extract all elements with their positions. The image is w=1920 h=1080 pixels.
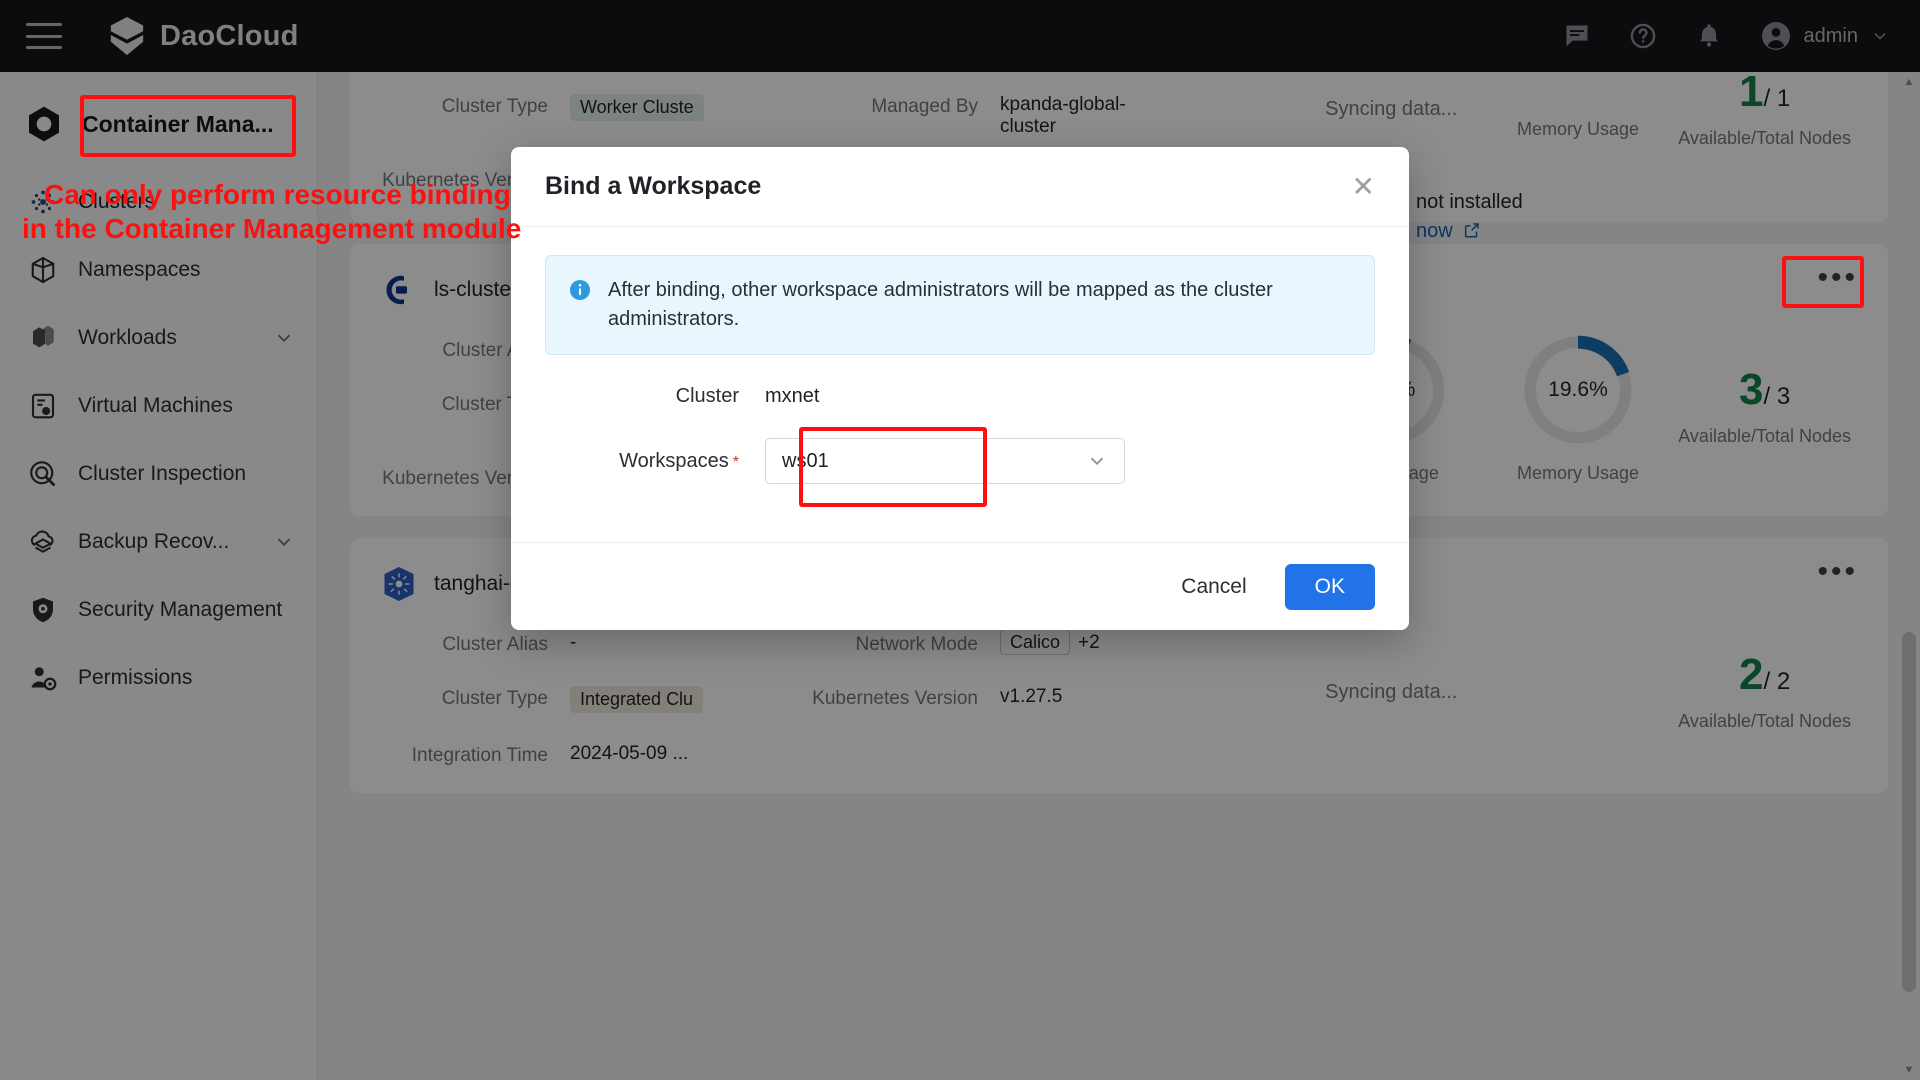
app-root: DaoCloud admin Container Mana... Cluster…: [0, 0, 1920, 1080]
workspaces-label-text: Workspaces: [619, 449, 729, 472]
workspaces-label: Workspaces *: [545, 450, 765, 473]
cluster-label: Cluster: [675, 385, 739, 407]
info-alert-text: After binding, other workspace administr…: [608, 279, 1273, 330]
cluster-value: mxnet: [765, 385, 820, 407]
dialog-title: Bind a Workspace: [545, 172, 762, 200]
workspaces-select[interactable]: ws01: [765, 438, 1125, 484]
bind-workspace-dialog: Bind a Workspace ✕ After binding, other …: [511, 147, 1409, 630]
close-icon[interactable]: ✕: [1352, 172, 1375, 201]
info-alert: After binding, other workspace administr…: [545, 255, 1375, 355]
dialog-header: Bind a Workspace ✕: [511, 147, 1409, 227]
ok-button[interactable]: OK: [1284, 563, 1375, 610]
cancel-button[interactable]: Cancel: [1171, 567, 1256, 607]
cluster-row: Cluster mxnet: [545, 385, 1375, 408]
workspaces-select-box[interactable]: ws01: [765, 438, 1125, 484]
workspaces-selected-value: ws01: [782, 449, 829, 472]
workspaces-row: Workspaces * ws01: [545, 438, 1375, 484]
dialog-footer: Cancel OK: [511, 542, 1409, 630]
chevron-down-icon[interactable]: [1086, 450, 1108, 472]
info-icon: [570, 280, 590, 300]
required-marker: *: [732, 453, 739, 471]
dialog-body: After binding, other workspace administr…: [511, 227, 1409, 542]
